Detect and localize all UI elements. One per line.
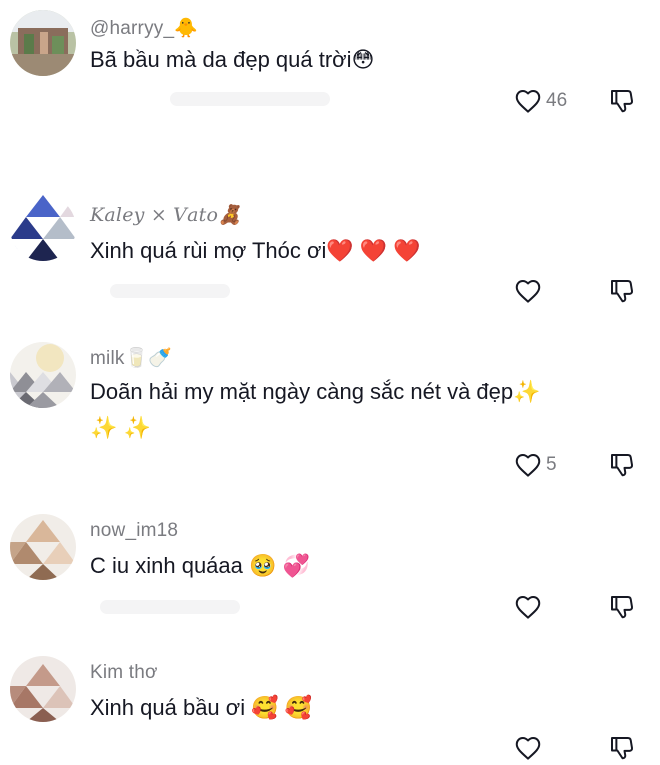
- avatar[interactable]: [10, 514, 76, 580]
- comment-text: Xinh quá bầu ơi 🥰 🥰: [90, 695, 313, 720]
- avatar[interactable]: [10, 195, 76, 261]
- dislike-button[interactable]: [607, 592, 637, 622]
- username[interactable]: 𝐾𝑎𝑙𝑒𝑦 × 𝑉𝑎𝑡𝑜🧸: [90, 203, 242, 226]
- thumbs-down-icon: [607, 450, 637, 480]
- dislike-button[interactable]: [607, 733, 637, 763]
- avatar[interactable]: [10, 10, 76, 76]
- blurred-reply-hint: [170, 92, 330, 106]
- like-button[interactable]: 5: [513, 450, 557, 480]
- heart-outline-icon: [513, 276, 543, 306]
- username[interactable]: now_im18: [90, 520, 178, 542]
- heart-outline-icon: [513, 86, 543, 116]
- comment-text: Xinh quá rùi mợ Thóc ơi❤️ ❤️ ❤️: [90, 238, 421, 263]
- comment-text: Doãn hải my mặt ngày càng sắc nét và đẹp…: [90, 379, 541, 440]
- like-count: 46: [546, 90, 568, 111]
- heart-outline-icon: [513, 592, 543, 622]
- thumbs-down-icon: [607, 592, 637, 622]
- heart-outline-icon: [513, 733, 543, 763]
- blurred-reply-hint: [100, 600, 240, 614]
- dislike-button[interactable]: [607, 86, 637, 116]
- username[interactable]: Kim thơ: [90, 662, 158, 684]
- blurred-reply-hint: [110, 284, 230, 298]
- avatar[interactable]: [10, 656, 76, 722]
- like-button[interactable]: [513, 276, 543, 306]
- dislike-button[interactable]: [607, 276, 637, 306]
- thumbs-down-icon: [607, 86, 637, 116]
- like-button[interactable]: [513, 733, 543, 763]
- comment-text: Bã bầu mà da đẹp quá trời😳: [90, 47, 375, 72]
- like-button[interactable]: 46: [513, 86, 567, 116]
- thumbs-down-icon: [607, 733, 637, 763]
- comment-text: C iu xinh quáaa 🥹 💞: [90, 553, 310, 578]
- like-button[interactable]: [513, 592, 543, 622]
- dislike-button[interactable]: [607, 450, 637, 480]
- username[interactable]: @harryy_🐥: [90, 16, 198, 40]
- thumbs-down-icon: [607, 276, 637, 306]
- username[interactable]: milk🥛🍼: [90, 346, 172, 370]
- avatar[interactable]: [10, 342, 76, 408]
- like-count: 5: [546, 454, 557, 475]
- heart-outline-icon: [513, 450, 543, 480]
